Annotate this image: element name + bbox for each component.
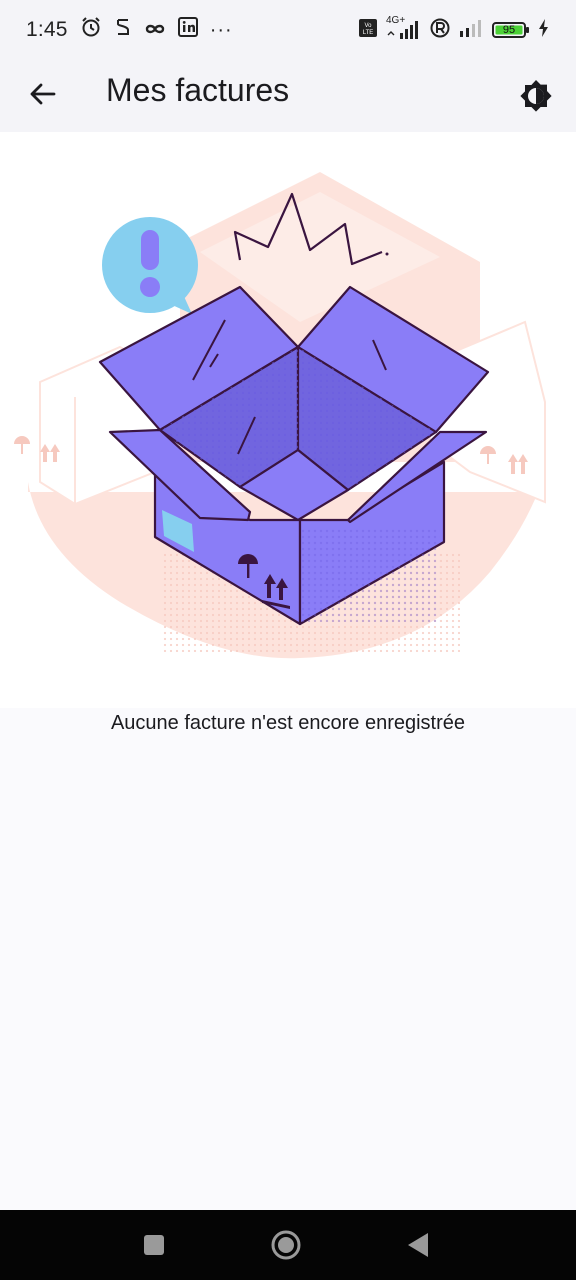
infinity-icon [144, 18, 166, 42]
more-notifications-icon: ··· [209, 18, 233, 41]
arrow-left-icon [30, 83, 56, 105]
empty-state-illustration [0, 132, 576, 708]
status-right: Vo LTE 4G+ 95 [358, 15, 550, 43]
theme-toggle-button[interactable] [510, 70, 562, 122]
home-button[interactable] [266, 1225, 306, 1265]
brightness-icon [520, 80, 552, 112]
network-label: 4G+ [386, 15, 406, 26]
volte-icon: Vo LTE [358, 18, 378, 43]
system-navigation-bar [0, 1210, 576, 1280]
status-time: 1:45 [26, 18, 68, 41]
triangle-back-icon [408, 1233, 428, 1257]
back-button[interactable] [20, 72, 64, 116]
square-icon [144, 1235, 164, 1255]
signal-4g-icon: 4G+ [386, 15, 422, 41]
status-bar: 1:45 ··· Vo LTE 4G+ 95 [0, 0, 576, 60]
open-box-illustration [14, 172, 546, 659]
svg-text:LTE: LTE [363, 30, 374, 36]
battery-level: 95 [502, 24, 516, 36]
app-bar: Mes factures [0, 60, 576, 132]
svg-text:Vo: Vo [364, 23, 372, 29]
signal-icon [458, 18, 484, 43]
linkedin-icon [177, 17, 198, 43]
app-notification-icon [114, 17, 132, 43]
charging-icon [538, 18, 550, 43]
battery-icon: 95 [492, 20, 530, 40]
status-left: 1:45 ··· [26, 16, 233, 44]
registered-icon [430, 18, 450, 43]
back-nav-button[interactable] [398, 1225, 438, 1265]
recents-button[interactable] [134, 1225, 174, 1265]
page-title: Mes factures [106, 72, 290, 108]
empty-state-message: Aucune facture n'est encore enregistrée [110, 712, 466, 734]
circle-icon [271, 1230, 301, 1260]
alarm-icon [80, 16, 102, 44]
